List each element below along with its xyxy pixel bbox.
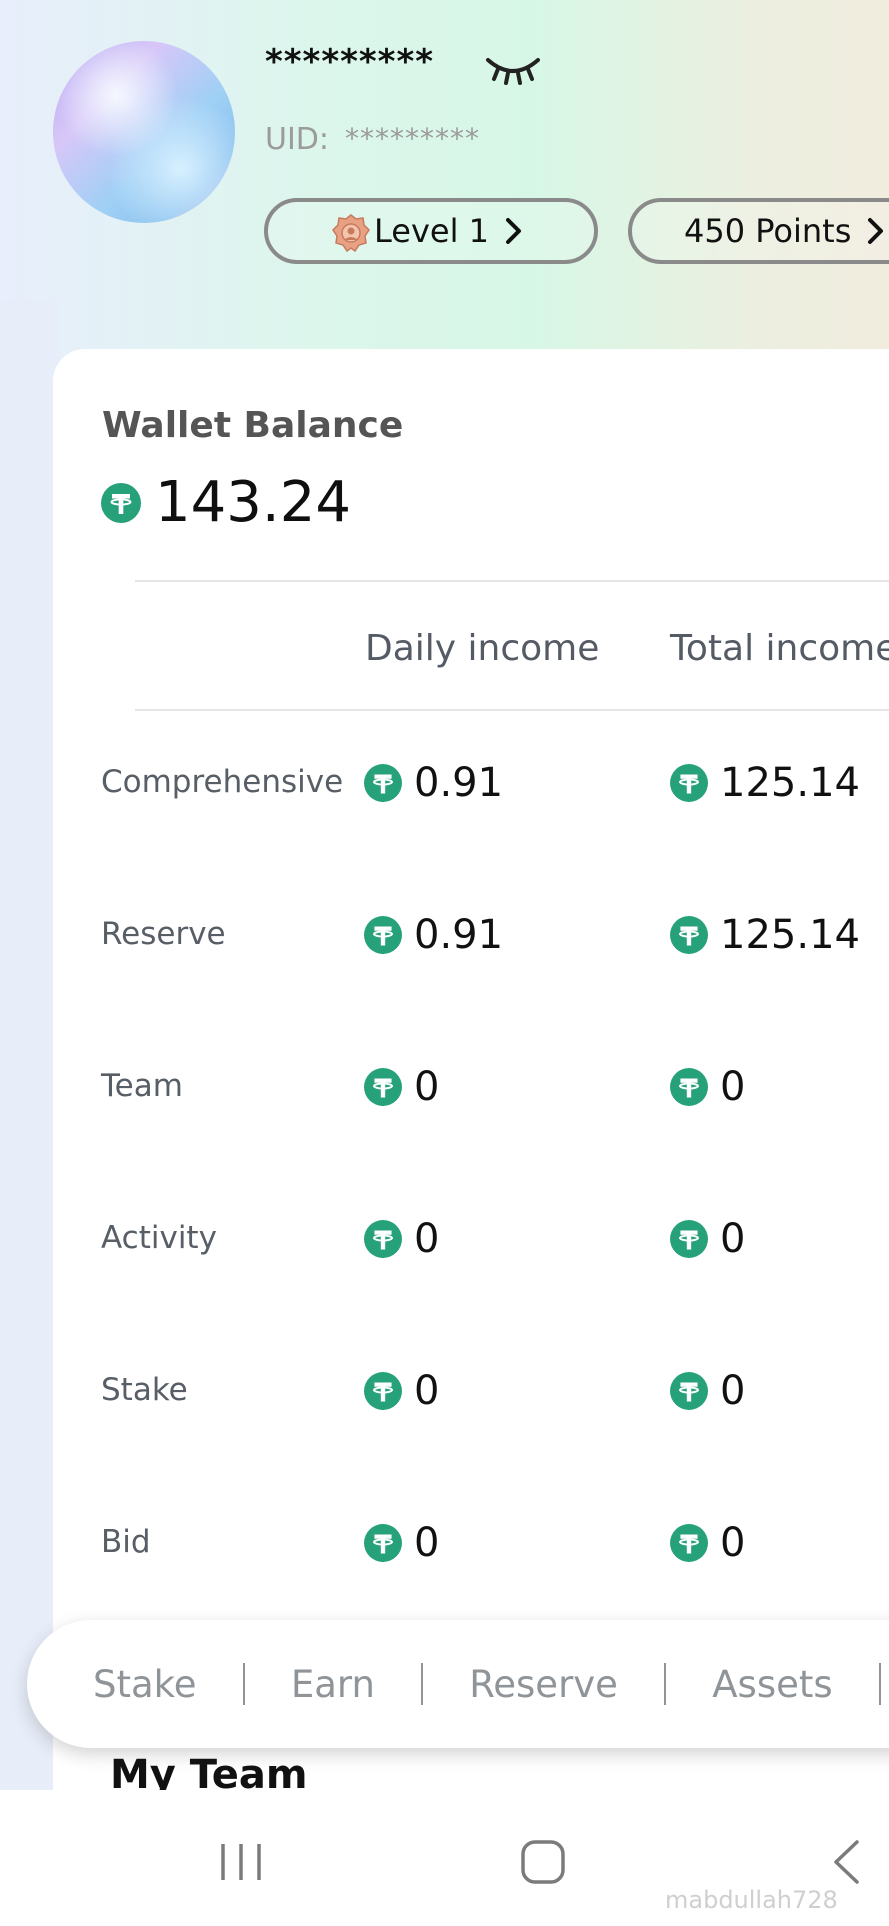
table-row: Stake 0 0 — [0, 1362, 889, 1422]
column-header-daily: Daily income — [365, 628, 600, 669]
daily-income-cell: 0 — [364, 1368, 439, 1414]
row-label: Activity — [101, 1220, 217, 1256]
tab-earn[interactable]: Earn — [291, 1663, 375, 1706]
daily-income-cell: 0 — [364, 1520, 439, 1566]
table-row: Activity 0 0 — [0, 1210, 889, 1270]
total-income-cell: 125.14 — [670, 760, 860, 806]
points-label: 450 Points — [684, 212, 852, 250]
total-income-cell: 0 — [670, 1064, 745, 1110]
avatar[interactable] — [53, 41, 235, 223]
uid-value: ********* — [345, 122, 480, 155]
total-income-value: 0 — [720, 1368, 746, 1414]
wallet-balance-value: 143.24 — [155, 470, 351, 535]
uid-label: UID: — [265, 122, 330, 157]
profile-page: ********* UID: ********* Level 1 450 Poi… — [0, 0, 889, 1926]
total-income-value: 0 — [720, 1064, 746, 1110]
usdt-coin-icon — [670, 764, 708, 802]
daily-income-value: 0 — [414, 1064, 440, 1110]
daily-income-cell: 0.91 — [364, 912, 503, 958]
usdt-coin-icon — [364, 1524, 402, 1562]
total-income-cell: 0 — [670, 1520, 745, 1566]
watermark: mabdullah728 — [665, 1886, 838, 1914]
usdt-coin-icon — [364, 1068, 402, 1106]
daily-income-value: 0 — [414, 1368, 440, 1414]
usdt-coin-icon — [101, 482, 141, 523]
total-income-cell: 125.14 — [670, 912, 860, 958]
usdt-coin-icon — [364, 1220, 402, 1258]
wallet-balance-label: Wallet Balance — [102, 405, 404, 446]
tab-reserve[interactable]: Reserve — [469, 1663, 618, 1706]
daily-income-cell: 0 — [364, 1216, 439, 1262]
usdt-coin-icon — [670, 916, 708, 954]
level-label: Level 1 — [374, 212, 489, 250]
table-row: Comprehensive 0.91 125.14 — [0, 754, 889, 814]
tab-separator — [420, 1663, 424, 1705]
points-button[interactable]: 450 Points — [628, 198, 889, 264]
row-label: Reserve — [101, 916, 226, 952]
home-icon[interactable] — [519, 1838, 567, 1886]
daily-income-value: 0 — [414, 1520, 440, 1566]
daily-income-cell: 0 — [364, 1064, 439, 1110]
tab-separator — [663, 1663, 667, 1705]
wallet-balance: 143.24 — [101, 470, 351, 535]
recents-icon[interactable] — [218, 1840, 264, 1884]
daily-income-value: 0.91 — [414, 760, 504, 806]
row-label: Stake — [101, 1372, 188, 1408]
total-income-value: 0 — [720, 1520, 746, 1566]
daily-income-cell: 0.91 — [364, 760, 503, 806]
divider — [135, 709, 889, 711]
usdt-coin-icon — [670, 1220, 708, 1258]
usdt-coin-icon — [364, 764, 402, 802]
row-label: Bid — [101, 1524, 151, 1560]
usdt-coin-icon — [670, 1524, 708, 1562]
table-row: Reserve 0.91 125.14 — [0, 906, 889, 966]
divider — [135, 580, 889, 582]
total-income-value: 0 — [720, 1216, 746, 1262]
level-badge-icon — [332, 214, 370, 253]
daily-income-value: 0.91 — [414, 912, 504, 958]
back-icon[interactable] — [830, 1838, 862, 1886]
total-income-cell: 0 — [670, 1368, 745, 1414]
row-label: Team — [101, 1068, 183, 1104]
usdt-coin-icon — [670, 1372, 708, 1410]
username: ********* — [265, 42, 435, 82]
total-income-value: 125.14 — [720, 760, 860, 806]
row-label: Comprehensive — [101, 764, 344, 800]
tab-separator — [878, 1663, 881, 1705]
chevron-right-icon — [868, 218, 884, 244]
table-row: Team 0 0 — [0, 1058, 889, 1118]
total-income-cell: 0 — [670, 1216, 745, 1262]
tab-stake[interactable]: Stake — [93, 1663, 197, 1706]
tab-separator — [242, 1663, 245, 1705]
usdt-coin-icon — [670, 1068, 708, 1106]
chevron-right-icon — [506, 218, 521, 244]
level-button[interactable]: Level 1 — [264, 198, 598, 264]
table-row: Bid 0 0 — [0, 1514, 889, 1574]
eye-closed-icon[interactable] — [484, 52, 542, 86]
usdt-coin-icon — [364, 916, 402, 954]
bottom-tab-bar: Stake Earn Reserve Assets — [27, 1620, 889, 1748]
tab-assets[interactable]: Assets — [712, 1663, 832, 1706]
total-income-value: 125.14 — [720, 912, 860, 958]
column-header-total: Total income — [670, 628, 889, 669]
usdt-coin-icon — [364, 1372, 402, 1410]
daily-income-value: 0 — [414, 1216, 440, 1262]
